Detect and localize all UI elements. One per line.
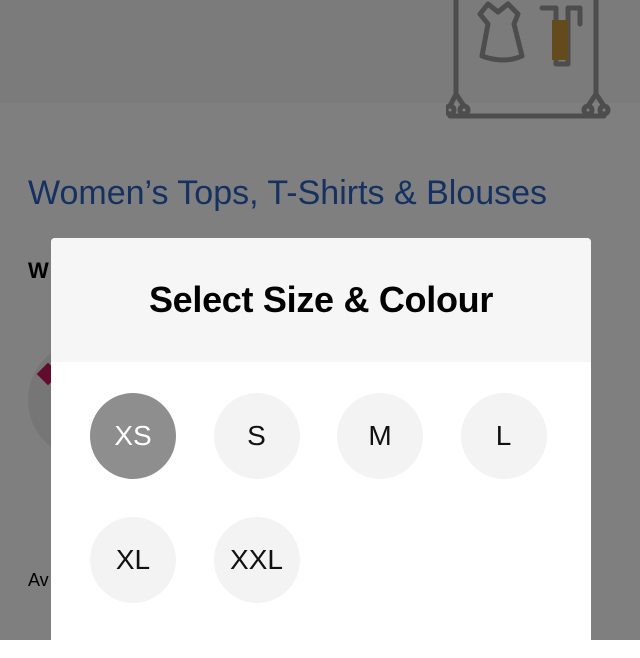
size-options-grid: XS S M L XL XXL <box>90 393 560 603</box>
size-option-xxl[interactable]: XXL <box>213 517 300 603</box>
dialog-header: Select Size & Colour <box>51 238 591 362</box>
dialog-title: Select Size & Colour <box>148 279 494 320</box>
size-option-s[interactable]: S <box>213 393 300 479</box>
size-option-m[interactable]: M <box>337 393 423 479</box>
size-colour-dialog: Select Size & Colour XS S M L XL XXL <box>51 238 591 658</box>
size-option-xl[interactable]: XL <box>90 517 176 603</box>
size-option-xs[interactable]: XS <box>90 393 176 479</box>
size-option-l[interactable]: L <box>460 393 547 479</box>
